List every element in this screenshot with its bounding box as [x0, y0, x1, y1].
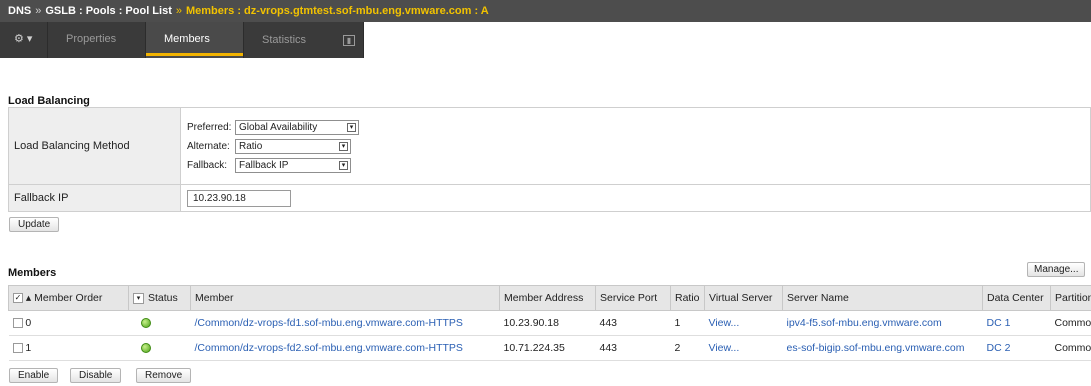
gear-icon: ⚙ ▾ — [14, 33, 33, 45]
member-link[interactable]: /Common/dz-vrops-fd2.sof-mbu.eng.vmware.… — [195, 342, 463, 354]
table-header-row: ✓ ▴ Member Order ▾ Status Member Member A… — [8, 285, 1091, 311]
virtual-server-link[interactable]: View... — [709, 317, 740, 329]
sort-icon[interactable]: ▾ — [133, 292, 144, 304]
status-available-icon — [140, 318, 151, 329]
ratio: 2 — [670, 335, 705, 361]
breadcrumb: DNS» GSLB : Pools : Pool List» Members : d… — [0, 0, 1091, 22]
breadcrumb-separator: » — [35, 5, 42, 17]
table-row: 0 /Common/dz-vrops-fd1.sof-mbu.eng.vmwar… — [8, 310, 1091, 336]
row-checkbox[interactable] — [12, 343, 23, 354]
sort-ascending-icon: ▴ — [25, 292, 32, 304]
fallback-ip-label: Fallback IP — [8, 184, 181, 212]
tab-statistics[interactable]: Statistics ▮ — [244, 22, 364, 58]
breadcrumb-dns[interactable]: DNS — [8, 5, 31, 17]
server-name-link[interactable]: es-sof-bigip.sof-mbu.eng.vmware.com — [787, 342, 965, 354]
column-data-center[interactable]: Data Center — [982, 285, 1051, 311]
members-title: Members — [8, 267, 57, 279]
chevron-down-icon: ▾ — [339, 141, 348, 151]
ratio: 1 — [670, 310, 705, 336]
member-order: 1 — [25, 342, 32, 354]
tab-statistics-label: Statistics — [262, 34, 307, 46]
load-balancing-title: Load Balancing — [8, 95, 90, 107]
statistics-icon: ▮ — [343, 34, 355, 46]
fallback-ip-input[interactable]: 10.23.90.18 — [187, 189, 291, 207]
column-service-port[interactable]: Service Port — [595, 285, 671, 311]
manage-button[interactable]: Manage... — [1027, 262, 1086, 277]
partition: Common — [1050, 335, 1091, 361]
column-ratio[interactable]: Ratio — [670, 285, 705, 311]
column-status[interactable]: ▾ Status — [128, 285, 191, 311]
alternate-method-select[interactable]: Ratio ▾ — [235, 138, 351, 154]
update-button[interactable]: Update — [9, 217, 60, 232]
fallback-method-select[interactable]: Fallback IP ▾ — [235, 157, 351, 173]
data-center-link[interactable]: DC 2 — [987, 342, 1011, 354]
service-port: 443 — [595, 310, 671, 336]
breadcrumb-current: Members : dz-vrops.gtmtest.sof-mbu.eng.v… — [185, 5, 489, 17]
tab-bar: ⚙ ▾ Properties Members Statistics ▮ — [0, 22, 364, 58]
breadcrumb-separator: » — [175, 5, 182, 17]
disable-button[interactable]: Disable — [70, 368, 122, 383]
chevron-down-icon: ▾ — [339, 160, 348, 170]
partition: Common — [1050, 310, 1091, 336]
table-row: 1 /Common/dz-vrops-fd2.sof-mbu.eng.vmwar… — [8, 335, 1091, 361]
load-balancing-table: Load Balancing Method Preferred: Global … — [8, 107, 1091, 212]
row-checkbox[interactable] — [12, 318, 23, 329]
remove-button[interactable]: Remove — [136, 368, 192, 383]
column-member-order[interactable]: ✓ ▴ Member Order — [8, 285, 129, 311]
column-partition[interactable]: Partition — [1050, 285, 1091, 311]
server-name-link[interactable]: ipv4-f5.sof-mbu.eng.vmware.com — [787, 317, 942, 329]
members-table: ✓ ▴ Member Order ▾ Status Member Member A… — [8, 285, 1091, 361]
column-server-name[interactable]: Server Name — [782, 285, 983, 311]
enable-button[interactable]: Enable — [9, 368, 59, 383]
breadcrumb-gslb[interactable]: GSLB : Pools : Pool List — [45, 5, 172, 17]
column-virtual-server[interactable]: Virtual Server — [704, 285, 783, 311]
tab-properties[interactable]: Properties — [48, 22, 146, 58]
select-all-checkbox[interactable]: ✓ — [13, 293, 23, 304]
column-member[interactable]: Member — [190, 285, 500, 311]
data-center-link[interactable]: DC 1 — [987, 317, 1011, 329]
preferred-method-select[interactable]: Global Availability ▾ — [235, 119, 359, 135]
lb-method-label: Load Balancing Method — [8, 107, 181, 185]
tab-members[interactable]: Members — [146, 22, 244, 58]
member-order: 0 — [25, 317, 32, 329]
member-link[interactable]: /Common/dz-vrops-fd1.sof-mbu.eng.vmware.… — [195, 317, 463, 329]
column-member-address[interactable]: Member Address — [499, 285, 596, 311]
member-address: 10.71.224.35 — [499, 335, 596, 361]
service-port: 443 — [595, 335, 671, 361]
alternate-label: Alternate: — [187, 140, 230, 152]
chevron-down-icon: ▾ — [347, 122, 356, 132]
preferred-label: Preferred: — [187, 121, 232, 133]
status-available-icon — [140, 343, 151, 354]
member-address: 10.23.90.18 — [499, 310, 596, 336]
gear-menu-button[interactable]: ⚙ ▾ — [0, 22, 48, 58]
virtual-server-link[interactable]: View... — [709, 342, 740, 354]
fallback-label: Fallback: — [187, 159, 228, 171]
